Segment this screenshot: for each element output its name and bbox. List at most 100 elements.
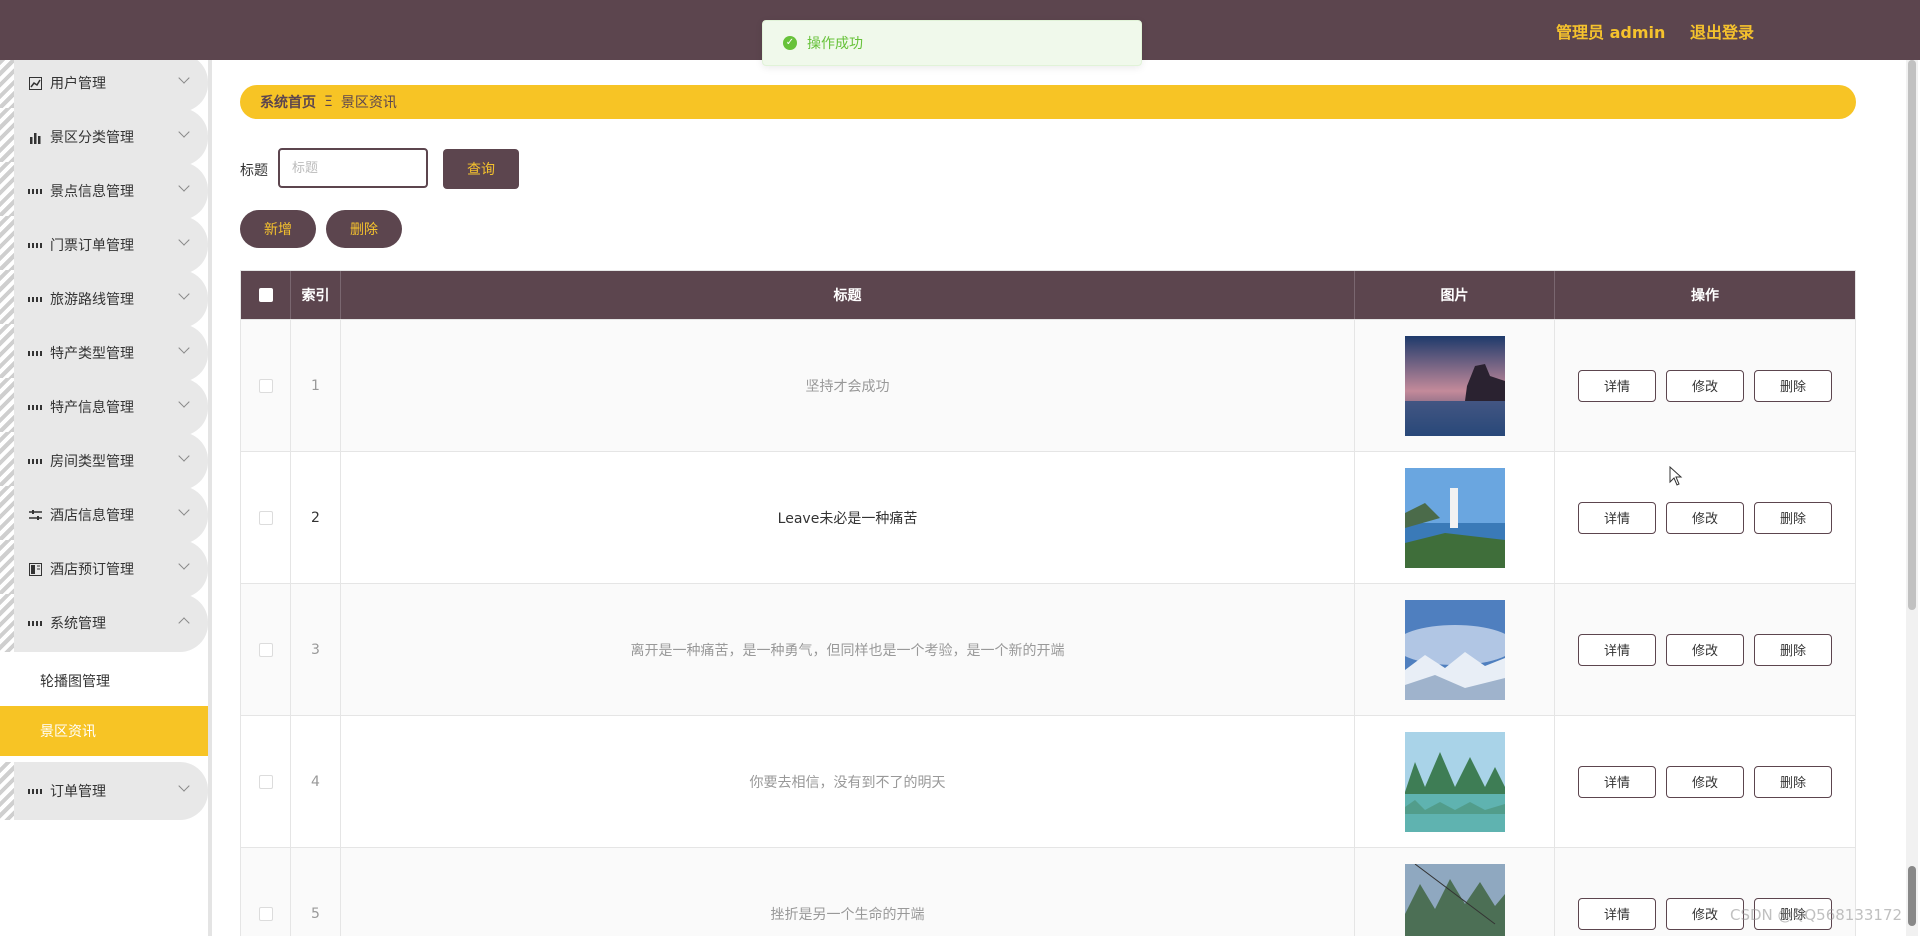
chevron-down-icon xyxy=(178,450,190,462)
page-scrollbar[interactable] xyxy=(1906,60,1918,936)
delete-button[interactable]: 删除 xyxy=(1754,765,1832,798)
edit-button[interactable]: 修改 xyxy=(1666,633,1744,666)
sidebar-subitem-carousel[interactable]: 轮播图管理 xyxy=(0,656,208,706)
breadcrumb-separator: Ξ xyxy=(324,94,333,110)
edit-button[interactable]: 修改 xyxy=(1666,501,1744,534)
row-index: 3 xyxy=(291,584,341,715)
sidebar-item-ticket-orders[interactable]: 门票订单管理 xyxy=(0,216,208,274)
select-all-checkbox[interactable] xyxy=(258,288,273,302)
detail-button[interactable]: 详情 xyxy=(1578,897,1656,930)
sidebar-item-routes[interactable]: 旅游路线管理 xyxy=(0,270,208,328)
detail-button[interactable]: 详情 xyxy=(1578,501,1656,534)
row-image xyxy=(1404,731,1505,832)
grid-icon xyxy=(28,400,42,414)
chevron-up-icon xyxy=(178,617,190,629)
sidebar-item-label: 房间类型管理 xyxy=(50,454,134,470)
search-label: 标题 xyxy=(240,163,268,179)
detail-button[interactable]: 详情 xyxy=(1578,633,1656,666)
add-button[interactable]: 新增 xyxy=(240,210,316,248)
book-icon xyxy=(28,562,42,576)
batch-delete-button[interactable]: 删除 xyxy=(326,210,402,248)
row-checkbox[interactable] xyxy=(258,378,273,393)
chevron-down-icon xyxy=(178,396,190,408)
edit-button[interactable]: 修改 xyxy=(1666,765,1744,798)
table-row: 5 挫折是另一个生命的开端 详情 修改 删除 xyxy=(241,847,1855,936)
row-checkbox[interactable] xyxy=(258,774,273,789)
chevron-down-icon xyxy=(178,180,190,192)
sidebar-item-system[interactable]: 系统管理 xyxy=(0,594,208,652)
sidebar-item-spot-info[interactable]: 景点信息管理 xyxy=(0,162,208,220)
row-title: 离开是一种痛苦，是一种勇气，但同样也是一个考验，是一个新的开端 xyxy=(341,584,1355,715)
sidebar-subitem-scenic-news[interactable]: 景区资讯 xyxy=(0,706,208,756)
grid-icon xyxy=(28,616,42,630)
scrollbar-thumb-secondary[interactable] xyxy=(1908,866,1916,926)
sidebar: 用户管理 景区分类管理 景点信息管理 门票订单管理 旅游路线管理 特产类型管理 … xyxy=(0,60,212,936)
sidebar-item-label: 景点信息管理 xyxy=(50,184,134,200)
sidebar-item-room-types[interactable]: 房间类型管理 xyxy=(0,432,208,490)
sidebar-item-specialty-info[interactable]: 特产信息管理 xyxy=(0,378,208,436)
row-index: 1 xyxy=(291,320,341,451)
row-image xyxy=(1404,599,1505,700)
grid-icon xyxy=(28,292,42,306)
sidebar-subitem-label: 景区资讯 xyxy=(40,724,96,740)
row-checkbox[interactable] xyxy=(258,642,273,657)
table-header: 索引 标题 图片 操作 xyxy=(241,271,1855,319)
row-image xyxy=(1404,335,1505,436)
sidebar-item-label: 订单管理 xyxy=(50,784,106,800)
query-button[interactable]: 查询 xyxy=(443,149,519,189)
sidebar-item-hotel-booking[interactable]: 酒店预订管理 xyxy=(0,540,208,598)
table-row: 4 你要去相信，没有到不了的明天 详情 修改 删除 xyxy=(241,715,1855,847)
sidebar-item-scenic-category[interactable]: 景区分类管理 xyxy=(0,108,208,166)
sidebar-item-label: 特产信息管理 xyxy=(50,400,134,416)
scrollbar-thumb[interactable] xyxy=(1908,60,1916,610)
row-checkbox[interactable] xyxy=(258,906,273,921)
delete-button[interactable]: 删除 xyxy=(1754,369,1832,402)
row-title: 你要去相信，没有到不了的明天 xyxy=(341,716,1355,847)
sidebar-item-label: 旅游路线管理 xyxy=(50,292,134,308)
chevron-down-icon xyxy=(178,234,190,246)
title-search-input[interactable] xyxy=(278,148,428,188)
delete-button[interactable]: 删除 xyxy=(1754,501,1832,534)
select-all-cell xyxy=(241,271,291,319)
logout-link[interactable]: 退出登录 xyxy=(1690,19,1754,43)
sidebar-item-label: 酒店预订管理 xyxy=(50,562,134,578)
admin-user-label: 管理员 admin xyxy=(1556,23,1666,42)
sidebar-item-label: 门票订单管理 xyxy=(50,238,134,254)
chevron-down-icon xyxy=(178,342,190,354)
breadcrumb-home[interactable]: 系统首页 xyxy=(260,92,316,112)
delete-button[interactable]: 删除 xyxy=(1754,633,1832,666)
table-row: 3 离开是一种痛苦，是一种勇气，但同样也是一个考验，是一个新的开端 详情 修改 … xyxy=(241,583,1855,715)
chevron-down-icon xyxy=(178,288,190,300)
sidebar-item-label: 用户管理 xyxy=(50,76,106,92)
bar-chart-icon xyxy=(28,130,42,144)
mouse-cursor-icon xyxy=(1669,466,1683,486)
row-title: 挫折是另一个生命的开端 xyxy=(341,848,1355,936)
chevron-down-icon xyxy=(178,558,190,570)
sidebar-item-orders[interactable]: 订单管理 xyxy=(0,762,208,820)
check-circle-icon: ✓ xyxy=(783,36,797,50)
row-checkbox[interactable] xyxy=(258,510,273,525)
table-row: 2 Leave未必是一种痛苦 详情 修改 删除 xyxy=(241,451,1855,583)
detail-button[interactable]: 详情 xyxy=(1578,765,1656,798)
detail-button[interactable]: 详情 xyxy=(1578,369,1656,402)
breadcrumb: 系统首页 Ξ 景区资讯 xyxy=(240,85,1856,119)
chevron-down-icon xyxy=(178,504,190,516)
table-row: 1 坚持才会成功 详情 修改 删除 xyxy=(241,319,1855,451)
edit-button[interactable]: 修改 xyxy=(1666,369,1744,402)
sidebar-item-hotel-info[interactable]: 酒店信息管理 xyxy=(0,486,208,544)
sidebar-item-label: 特产类型管理 xyxy=(50,346,134,362)
row-index: 5 xyxy=(291,848,341,936)
grid-icon xyxy=(28,454,42,468)
sliders-icon xyxy=(28,508,42,522)
column-header-actions: 操作 xyxy=(1691,288,1719,304)
news-table: 索引 标题 图片 操作 1 坚持才会成功 详情 修改 删除 2 Leave未必是… xyxy=(240,270,1856,936)
sidebar-item-specialty-types[interactable]: 特产类型管理 xyxy=(0,324,208,382)
row-image xyxy=(1404,863,1505,936)
breadcrumb-current: 景区资讯 xyxy=(340,95,397,111)
sidebar-item-label: 景区分类管理 xyxy=(50,130,134,146)
sidebar-item-users[interactable]: 用户管理 xyxy=(0,60,208,112)
chevron-down-icon xyxy=(178,126,190,138)
toast-message: 操作成功 xyxy=(807,36,863,52)
grid-icon xyxy=(28,784,42,798)
column-header-title: 标题 xyxy=(341,271,1355,319)
